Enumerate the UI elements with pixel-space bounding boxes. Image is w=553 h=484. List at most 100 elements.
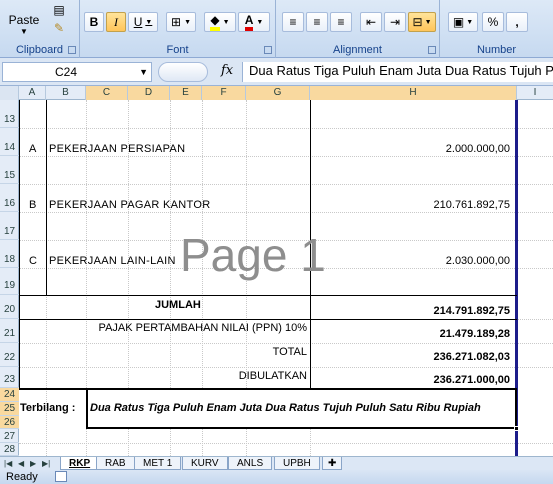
decrease-indent-icon[interactable]: ⇤ — [360, 12, 382, 32]
row-header[interactable]: 24 — [0, 388, 19, 402]
borders-icon: ⊞ — [171, 15, 182, 29]
chevron-down-icon[interactable]: ▼ — [139, 63, 148, 81]
font-color-button[interactable]: A ▼ — [238, 12, 270, 32]
chevron-down-icon: ▼ — [184, 18, 191, 26]
insert-function-icon[interactable]: fx — [221, 63, 233, 78]
insert-sheet-icon[interactable]: ✚ — [322, 457, 343, 470]
dibulatkan-value: 236.271.000,00 — [433, 374, 510, 386]
formula-input[interactable]: Dua Ratus Tiga Puluh Enam Juta Dua Ratus… — [242, 62, 553, 82]
tab-rkp[interactable]: RKP — [60, 457, 100, 470]
fill-handle[interactable] — [514, 426, 519, 431]
worksheet-grid[interactable]: A PEKERJAAN PERSIAPAN 2.000.000,00 B PEK… — [19, 100, 553, 456]
page-watermark: Page 1 — [180, 229, 326, 281]
paste-button[interactable]: Paste ▼ — [4, 2, 44, 36]
chevron-down-icon: ▼ — [256, 18, 264, 26]
column-header-e[interactable]: E — [170, 86, 202, 100]
row-headers: 13 14 15 16 17 18 19 20 21 22 23 24 25 2… — [0, 100, 19, 456]
column-header-i[interactable]: I — [517, 86, 553, 100]
select-all-corner[interactable] — [0, 86, 19, 100]
align-left-icon[interactable]: ≡ — [282, 12, 304, 32]
column-header-d[interactable]: D — [128, 86, 170, 100]
tab-rab[interactable]: RAB — [96, 457, 135, 470]
item-amount: 210.761.892,75 — [433, 199, 510, 211]
item-name: PEKERJAAN PERSIAPAN — [49, 143, 186, 155]
number-group: ▣ ▼ % , Number — [440, 0, 553, 58]
fill-color-icon: ◆ — [210, 13, 220, 31]
underline-button[interactable]: U ▼ — [128, 12, 158, 32]
macro-record-icon[interactable] — [55, 471, 67, 482]
column-header-a[interactable]: A — [19, 86, 46, 100]
merge-center-button[interactable]: ⊟ ▼ — [408, 12, 436, 32]
formula-bar-expander[interactable] — [158, 62, 208, 82]
next-sheet-icon[interactable]: ▶ — [30, 459, 36, 468]
row-header[interactable]: 28 — [0, 443, 19, 456]
name-box[interactable]: C24 ▼ — [2, 62, 152, 82]
jumlah-value: 214.791.892,75 — [433, 305, 510, 317]
column-header-f[interactable]: F — [202, 86, 246, 100]
tab-upbh[interactable]: UPBH — [274, 457, 320, 470]
column-header-g[interactable]: G — [246, 86, 310, 100]
align-right-icon[interactable]: ≡ — [330, 12, 352, 32]
format-painter-icon[interactable]: ✎ — [50, 20, 68, 36]
row-header[interactable]: 26 — [0, 416, 19, 429]
chevron-down-icon: ▼ — [424, 18, 432, 26]
tab-kurv[interactable]: KURV — [182, 457, 228, 470]
fill-color-button[interactable]: ◆ ▼ — [204, 12, 236, 32]
currency-button[interactable]: ▣ ▼ — [448, 12, 478, 32]
column-header-c[interactable]: C — [86, 86, 128, 100]
row-header[interactable]: 27 — [0, 429, 19, 443]
terbilang-cell[interactable]: Dua Ratus Tiga Puluh Enam Juta Dua Ratus… — [86, 388, 517, 429]
prev-sheet-icon[interactable]: ◀ — [18, 459, 24, 468]
column-header-b[interactable]: B — [46, 86, 86, 100]
row-header[interactable]: 16 — [0, 184, 19, 212]
sheet-tab-bar: |◀ ◀ ▶ ▶| RKP RAB MET 1 KURV ANLS UPBH ✚ — [0, 456, 553, 470]
ribbon: Paste ▼ ▤ ✎ Clipboard B I U ▼ ⊞ ▼ ◆ ▼ A ▼ Fo… — [0, 0, 553, 58]
chevron-down-icon: ▼ — [145, 18, 153, 26]
copy-icon[interactable]: ▤ — [50, 2, 68, 18]
borders-button[interactable]: ⊞ ▼ — [166, 12, 196, 32]
ppn-value: 21.479.189,28 — [439, 328, 510, 340]
italic-button[interactable]: I — [106, 12, 126, 32]
ppn-label: PAJAK PERTAMBAHAN NILAI (PPN) 10% — [98, 322, 307, 334]
row-header[interactable]: 25 — [0, 402, 19, 416]
first-sheet-icon[interactable]: |◀ — [4, 459, 12, 468]
chevron-down-icon: ▼ — [222, 18, 230, 26]
row-header[interactable]: 23 — [0, 367, 19, 388]
status-text: Ready — [6, 471, 38, 483]
font-group: B I U ▼ ⊞ ▼ ◆ ▼ A ▼ Font — [80, 0, 276, 58]
underline-label: U — [133, 15, 143, 29]
align-center-icon[interactable]: ≡ — [306, 12, 328, 32]
row-header[interactable]: 18 — [0, 240, 19, 268]
table-border — [19, 100, 20, 388]
terbilang-text: Dua Ratus Tiga Puluh Enam Juta Dua Ratus… — [90, 402, 481, 414]
clipboard-launcher-icon[interactable] — [68, 46, 76, 54]
row-header[interactable]: 19 — [0, 268, 19, 295]
row-header[interactable]: 13 — [0, 100, 19, 128]
tab-anls[interactable]: ANLS — [228, 457, 273, 470]
font-color-letter: A — [244, 13, 254, 31]
percent-button[interactable]: % — [482, 12, 504, 32]
column-header-h[interactable]: H — [310, 86, 517, 100]
bold-button[interactable]: B — [84, 12, 104, 32]
row-header[interactable]: 15 — [0, 156, 19, 184]
row-header[interactable]: 17 — [0, 212, 19, 240]
tab-met-1[interactable]: MET 1 — [134, 457, 182, 470]
status-bar: Ready — [0, 470, 553, 484]
increase-indent-icon[interactable]: ⇥ — [384, 12, 406, 32]
terbilang-label: Terbilang : — [20, 402, 76, 414]
row-header[interactable]: 22 — [0, 343, 19, 367]
paste-label: Paste — [8, 12, 40, 27]
row-header[interactable]: 20 — [0, 295, 19, 319]
table-border — [46, 100, 47, 295]
alignment-label: Alignment — [333, 44, 382, 56]
alignment-launcher-icon[interactable] — [428, 46, 436, 54]
row-header[interactable]: 14 — [0, 128, 19, 156]
comma-button[interactable]: , — [506, 12, 528, 32]
formula-bar: C24 ▼ fx Dua Ratus Tiga Puluh Enam Juta … — [0, 58, 553, 86]
last-sheet-icon[interactable]: ▶| — [42, 459, 50, 468]
number-label: Number — [476, 44, 517, 56]
row-header[interactable]: 21 — [0, 319, 19, 343]
clipboard-group: Paste ▼ ▤ ✎ Clipboard — [0, 0, 80, 58]
font-launcher-icon[interactable] — [264, 46, 272, 54]
item-letter: B — [29, 199, 37, 211]
